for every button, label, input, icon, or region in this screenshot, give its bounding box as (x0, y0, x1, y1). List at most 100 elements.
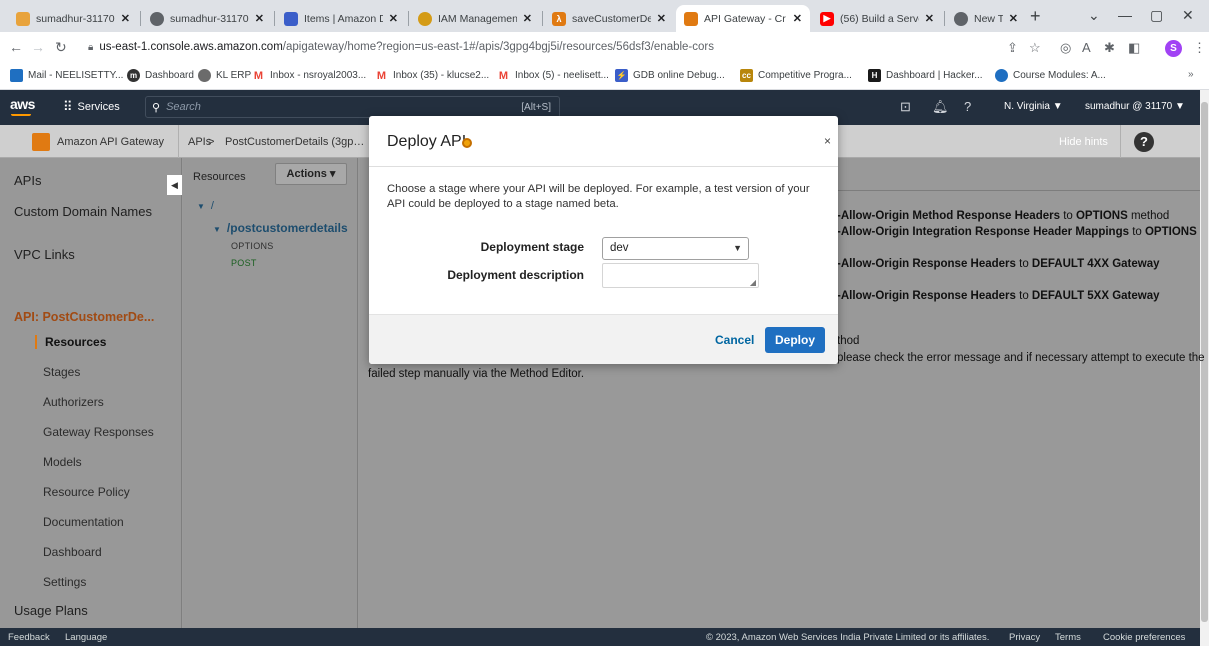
nav-stages[interactable]: Stages (43, 365, 80, 379)
cancel-button[interactable]: Cancel (715, 333, 754, 347)
close-window-icon[interactable]: ✕ (1182, 7, 1194, 24)
close-tab-icon[interactable]: ✕ (657, 12, 666, 25)
service-name[interactable]: Amazon API Gateway (57, 136, 164, 148)
bookmark-item[interactable]: Course Modules: A... (995, 69, 1106, 82)
hide-hints-link[interactable]: Hide hints (1059, 136, 1108, 148)
account-menu[interactable]: sumadhur @ 31170 ▼ (1085, 101, 1185, 112)
tree-resource[interactable]: ▼ /postcustomerdetails (213, 221, 348, 235)
bookmark-item[interactable]: m Dashboard (127, 69, 194, 82)
puzzle-extensions-icon[interactable]: ✱ (1104, 40, 1115, 56)
browser-tab-active[interactable]: API Gateway - Cr ✕ (676, 5, 810, 32)
address-bar[interactable]: 🔒︎ us-east-1.console.aws.amazon.com/apig… (82, 35, 1002, 59)
method-post[interactable]: POST (231, 258, 257, 268)
nav-usage-plans[interactable]: Usage Plans (14, 603, 88, 618)
cookie-preferences-link[interactable]: Cookie preferences (1103, 632, 1185, 643)
close-tab-icon[interactable]: ✕ (925, 12, 934, 25)
browser-tab[interactable]: λ saveCustomerDet ✕ (544, 5, 674, 32)
help-icon[interactable]: ? (1134, 132, 1154, 152)
lambda-favicon-icon: λ (552, 11, 566, 26)
modal-title: Deploy API (387, 133, 467, 150)
bookmark-item[interactable]: cc Competitive Progra... (740, 69, 852, 82)
close-tab-icon[interactable]: ✕ (389, 12, 398, 25)
current-api-name[interactable]: API: PostCustomerDe... (14, 310, 174, 324)
language-link[interactable]: Language (65, 632, 107, 643)
browser-tab[interactable]: Items | Amazon D ✕ (276, 5, 406, 32)
modal-header: Deploy API × (369, 116, 838, 167)
deployment-description-field[interactable]: ◢ (602, 263, 759, 288)
tab-title: API Gateway - Cr (704, 12, 786, 25)
region-selector[interactable]: N. Virginia ▼ (1004, 101, 1063, 112)
close-icon[interactable]: × (824, 134, 831, 148)
browser-tab[interactable]: IAM Managemen ✕ (410, 5, 540, 32)
close-tab-icon[interactable]: ✕ (121, 12, 130, 25)
nav-dashboard[interactable]: Dashboard (43, 545, 102, 559)
bookmark-item[interactable]: KL ERP (198, 69, 251, 82)
cors-step: -Allow-Origin Response Headers to DEFAUL… (837, 258, 1160, 270)
nav-resource-policy[interactable]: Resource Policy (43, 485, 130, 499)
bookmark-item[interactable]: M Inbox (5) - neelisett... (497, 69, 609, 82)
privacy-link[interactable]: Privacy (1009, 632, 1040, 643)
nav-resources[interactable]: Resources (35, 335, 106, 349)
bookmark-star-icon[interactable]: ☆ (1029, 40, 1041, 56)
nav-models[interactable]: Models (43, 455, 82, 469)
new-tab-icon[interactable]: + (1030, 6, 1041, 27)
deployment-stage-select[interactable]: dev ▼ (602, 237, 749, 260)
bookmark-item[interactable]: M Inbox - nsroyal2003... (252, 69, 366, 82)
method-options[interactable]: OPTIONS (231, 241, 274, 251)
lock-icon[interactable]: 🔒︎ (88, 42, 93, 53)
profile-avatar[interactable]: S (1165, 40, 1182, 57)
tab-title: saveCustomerDet (572, 12, 651, 25)
nav-settings[interactable]: Settings (43, 575, 86, 589)
close-tab-icon[interactable]: ✕ (793, 12, 802, 25)
nav-gateway-responses[interactable]: Gateway Responses (43, 425, 154, 439)
feedback-link[interactable]: Feedback (8, 632, 50, 643)
deploy-button[interactable]: Deploy (765, 327, 825, 353)
aws-logo[interactable]: aws (10, 96, 35, 116)
nav-apis[interactable]: APIs (14, 173, 41, 188)
extension-icon[interactable]: ◎ (1060, 40, 1071, 56)
menu-kebab-icon[interactable]: ⋮ (1193, 40, 1206, 56)
browser-tab[interactable]: sumadhur-31170 ✕ (8, 5, 138, 32)
deployment-stage-label: Deployment stage (480, 240, 584, 254)
help-circle-icon[interactable]: ? (964, 99, 971, 114)
nav-custom-domain-names[interactable]: Custom Domain Names (14, 204, 152, 219)
breadcrumb-api[interactable]: PostCustomerDetails (3gpg4bgj5i) (225, 136, 365, 148)
nav-authorizers[interactable]: Authorizers (43, 395, 104, 409)
notifications-bell-icon[interactable]: 🔔︎ (932, 99, 949, 115)
actions-dropdown-button[interactable]: Actions ▾ (275, 163, 347, 185)
tree-root[interactable]: ▼ / (197, 200, 214, 212)
nav-documentation[interactable]: Documentation (43, 515, 124, 529)
share-icon[interactable]: ⇪ (1007, 40, 1018, 56)
terms-link[interactable]: Terms (1055, 632, 1081, 643)
forward-icon[interactable]: → (31, 39, 45, 55)
bookmark-item[interactable]: Mail - NEELISETTY... (10, 69, 123, 82)
minimize-icon[interactable]: — (1118, 7, 1132, 23)
services-menu-button[interactable]: ⠿ Services (55, 96, 128, 118)
tab-search-icon[interactable]: ⌄ (1088, 7, 1100, 24)
side-panel-icon[interactable]: ◧ (1128, 40, 1140, 56)
resize-grip-icon[interactable]: ◢ (750, 278, 756, 287)
bookmarks-overflow-icon[interactable]: » (1188, 69, 1194, 80)
search-input[interactable]: ⚲ Search [Alt+S] (145, 96, 560, 118)
browser-tab[interactable]: sumadhur-31170 ✕ (142, 5, 272, 32)
page-scrollbar[interactable] (1200, 90, 1209, 646)
info-dot-icon[interactable] (462, 138, 472, 148)
collapse-nav-icon[interactable]: ◀ (167, 175, 182, 195)
back-icon[interactable]: ← (9, 39, 23, 55)
restore-icon[interactable]: ▢ (1150, 7, 1163, 24)
close-tab-icon[interactable]: ✕ (1009, 12, 1018, 25)
tab-title: Items | Amazon D (304, 12, 383, 25)
bookmark-item[interactable]: M Inbox (35) - klucse2... (375, 69, 489, 82)
reload-icon[interactable]: ↻ (55, 39, 67, 56)
cloudshell-icon[interactable]: ⊡ (900, 99, 911, 115)
bookmark-item[interactable]: ⚡ GDB online Debug... (615, 69, 725, 82)
close-tab-icon[interactable]: ✕ (255, 12, 264, 25)
chevron-down-icon: ▼ (733, 243, 742, 253)
browser-tab[interactable]: ▶ (56) Build a Serve ✕ (812, 5, 942, 32)
reader-icon[interactable]: A (1082, 40, 1091, 55)
nav-vpc-links[interactable]: VPC Links (14, 247, 75, 262)
youtube-favicon-icon: ▶ (820, 11, 834, 26)
browser-tab[interactable]: New Tab ✕ (946, 5, 1026, 32)
close-tab-icon[interactable]: ✕ (523, 12, 532, 25)
bookmark-item[interactable]: H Dashboard | Hacker... (868, 69, 983, 82)
